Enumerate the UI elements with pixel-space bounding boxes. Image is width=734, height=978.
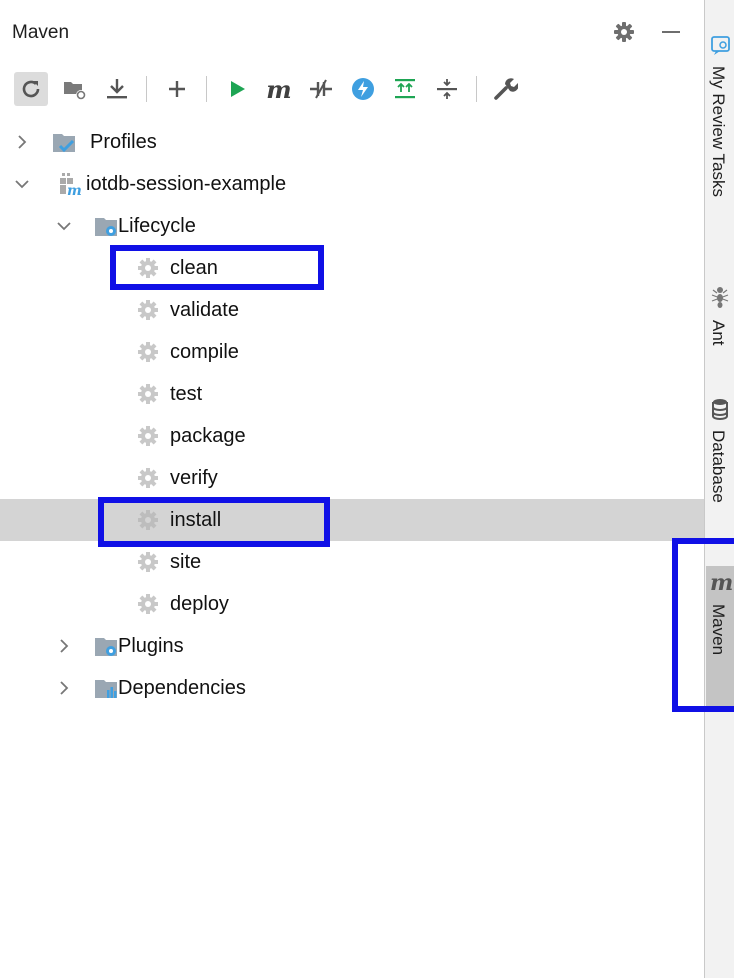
add-icon[interactable]	[160, 72, 194, 106]
gear-icon	[138, 384, 158, 404]
chevron-right-icon[interactable]	[56, 680, 72, 696]
tool-window-title: Maven	[12, 22, 70, 43]
tree-node-project[interactable]: m iotdb-session-example	[0, 163, 704, 205]
tree-node-goal-package[interactable]: package	[0, 415, 704, 457]
dependencies-folder-icon	[95, 680, 117, 698]
tree-node-goal-verify[interactable]: verify	[0, 457, 704, 499]
tree-node-label: Plugins	[118, 635, 184, 657]
tree-node-plugins[interactable]: Plugins	[0, 625, 704, 667]
stripe-tab-label: Ant	[709, 320, 728, 346]
svg-text:m: m	[67, 183, 82, 196]
tree-node-label: deploy	[170, 593, 229, 615]
tree-node-goal-clean[interactable]: clean	[0, 247, 704, 289]
settings-wrench-icon[interactable]	[488, 72, 522, 106]
tree-node-goal-test[interactable]: test	[0, 373, 704, 415]
maven-toolbar: m	[0, 64, 704, 114]
stripe-tab-review-tasks[interactable]: My Review Tasks	[706, 26, 734, 258]
expand-all-icon[interactable]	[388, 72, 422, 106]
tree-node-label: Lifecycle	[118, 215, 196, 237]
chevron-down-icon[interactable]	[56, 218, 72, 234]
tree-node-label: validate	[170, 299, 239, 321]
execute-goal-icon[interactable]: m	[262, 72, 296, 106]
gear-icon	[138, 594, 158, 614]
ant-icon	[711, 287, 729, 308]
tree-node-goal-site[interactable]: site	[0, 541, 704, 583]
tree-node-label: compile	[170, 341, 239, 363]
tree-node-profiles[interactable]: Profiles	[0, 121, 704, 163]
reload-icon[interactable]	[14, 72, 48, 106]
tree-node-label: verify	[170, 467, 218, 489]
collapse-all-icon[interactable]	[430, 72, 464, 106]
toolbar-separator	[476, 76, 477, 102]
highlight-box-maven-tab	[672, 538, 734, 712]
tree-node-label: Profiles	[90, 131, 157, 153]
tree-node-label: Dependencies	[118, 677, 246, 699]
tree-node-label: iotdb-session-example	[86, 173, 287, 195]
highlight-box-clean	[110, 245, 324, 290]
highlight-box-install	[98, 497, 330, 547]
plugins-folder-icon	[95, 638, 117, 656]
chevron-right-icon[interactable]	[56, 638, 72, 654]
chevron-right-icon[interactable]	[14, 134, 30, 150]
generate-sources-icon[interactable]	[58, 72, 92, 106]
tree-node-label: test	[170, 383, 203, 405]
gear-icon	[138, 468, 158, 488]
download-icon[interactable]	[100, 72, 134, 106]
gear-icon	[138, 426, 158, 446]
minimize-icon[interactable]	[662, 31, 680, 33]
skip-tests-icon[interactable]	[346, 72, 380, 106]
maven-tool-window: Maven m Profiles m iotdb-session-example…	[0, 0, 704, 978]
right-tool-stripe: My Review Tasks Ant Database m Maven	[704, 0, 734, 978]
stripe-tab-label: Database	[709, 430, 728, 503]
tree-node-dependencies[interactable]: Dependencies	[0, 667, 704, 709]
chevron-down-icon[interactable]	[14, 176, 30, 192]
profiles-folder-icon	[53, 134, 75, 153]
toggle-offline-icon[interactable]	[304, 72, 338, 106]
gear-icon	[138, 342, 158, 362]
tree-node-lifecycle[interactable]: Lifecycle	[0, 205, 704, 247]
gear-icon[interactable]	[612, 20, 636, 44]
lifecycle-folder-icon	[95, 218, 117, 236]
run-icon[interactable]	[220, 72, 254, 106]
tree-node-label: site	[170, 551, 202, 573]
stripe-tab-database[interactable]: Database	[706, 392, 734, 542]
review-tasks-icon	[711, 36, 730, 55]
tree-node-goal-validate[interactable]: validate	[0, 289, 704, 331]
tool-window-header: Maven	[0, 0, 704, 56]
tree-node-goal-deploy[interactable]: deploy	[0, 583, 704, 625]
stripe-tab-label: My Review Tasks	[709, 66, 728, 197]
gear-icon	[138, 300, 158, 320]
database-icon	[712, 399, 728, 420]
tree-node-goal-compile[interactable]: compile	[0, 331, 704, 373]
toolbar-separator	[146, 76, 147, 102]
tree-node-label: package	[170, 425, 246, 447]
toolbar-separator	[206, 76, 207, 102]
gear-icon	[138, 552, 158, 572]
maven-project-icon: m	[60, 173, 82, 196]
stripe-tab-ant[interactable]: Ant	[706, 280, 734, 366]
